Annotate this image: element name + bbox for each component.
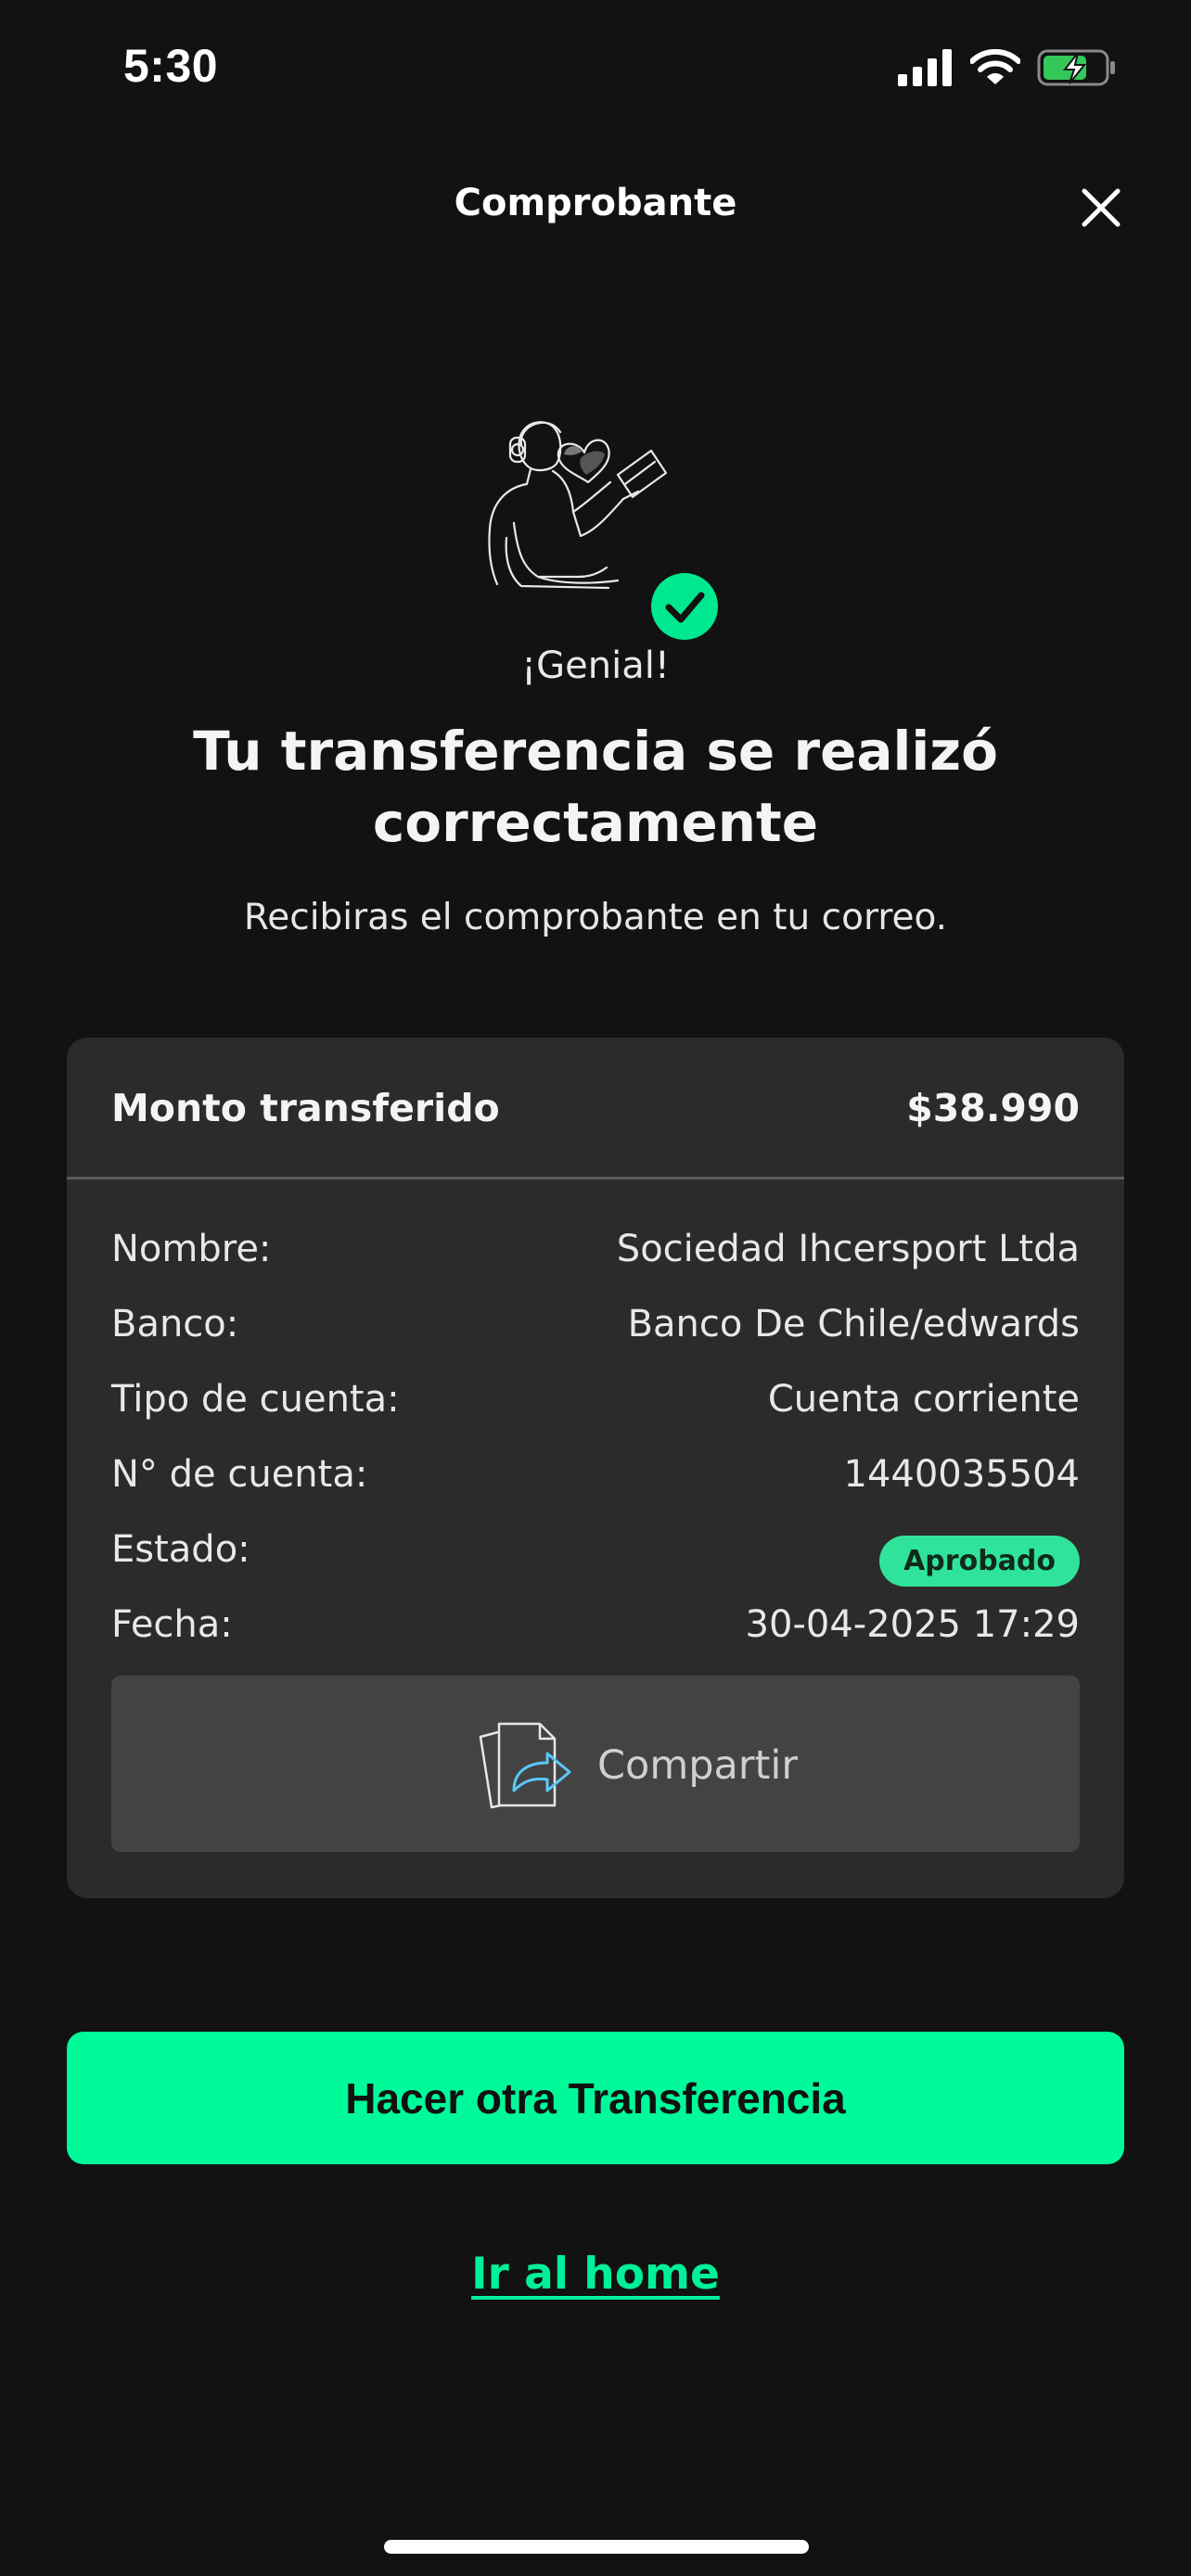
battery-charging-icon — [1037, 49, 1115, 86]
success-illustration — [488, 421, 718, 640]
status-icons — [898, 46, 1117, 89]
wifi-icon — [970, 49, 1020, 84]
detail-row-estado: Estado: Aprobado — [111, 1528, 1080, 1587]
status-time: 5:30 — [123, 40, 219, 92]
amount-value: $38.990 — [906, 1086, 1080, 1130]
detail-row-banco: Banco: Banco De Chile/edwards — [111, 1303, 1080, 1358]
close-icon — [1082, 188, 1121, 227]
share-label: Compartir — [597, 1742, 799, 1789]
detail-label: Banco: — [111, 1303, 239, 1345]
success-subtext: Recibiras el comprobante en tu correo. — [243, 897, 948, 938]
check-circle-icon — [651, 573, 718, 640]
detail-label: Tipo de cuenta: — [111, 1378, 400, 1421]
new-transfer-label: Hacer otra Transferencia — [345, 2074, 846, 2123]
go-home-link[interactable]: Ir al home — [471, 2249, 720, 2300]
success-exclamation: ¡Genial! — [521, 644, 670, 687]
close-button[interactable] — [1079, 185, 1123, 230]
share-document-icon — [479, 1722, 571, 1809]
status-bar: 5:30 — [0, 0, 1191, 130]
success-headline: Tu transferencia se realizó correctament… — [193, 720, 998, 854]
cellular-signal-icon — [898, 49, 952, 86]
page-title: Comprobante — [454, 182, 737, 224]
detail-value: Cuenta corriente — [767, 1378, 1080, 1421]
new-transfer-button[interactable]: Hacer otra Transferencia — [67, 2032, 1124, 2164]
detail-row-tipo-cuenta: Tipo de cuenta: Cuenta corriente — [111, 1378, 1080, 1434]
detail-value: Sociedad Ihcersport Ltda — [616, 1228, 1080, 1270]
amount-label: Monto transferido — [111, 1086, 500, 1130]
receipt-amount-header: Monto transferido $38.990 — [67, 1038, 1124, 1180]
detail-value: 1440035504 — [843, 1453, 1081, 1496]
detail-row-nombre: Nombre: Sociedad Ihcersport Ltda — [111, 1228, 1080, 1283]
detail-row-fecha: Fecha: 30-04-2025 17:29 — [111, 1603, 1080, 1659]
home-indicator — [384, 2540, 809, 2554]
status-badge: Aprobado — [879, 1536, 1080, 1587]
receipt-card: Monto transferido $38.990 Nombre: Socied… — [67, 1038, 1124, 1898]
detail-row-numero-cuenta: N° de cuenta: 1440035504 — [111, 1453, 1080, 1509]
detail-label: Nombre: — [111, 1228, 272, 1270]
detail-label: Fecha: — [111, 1603, 233, 1646]
share-button[interactable]: Compartir — [111, 1676, 1080, 1852]
detail-value: Banco De Chile/edwards — [627, 1303, 1080, 1345]
detail-value: 30-04-2025 17:29 — [745, 1603, 1080, 1646]
detail-label: N° de cuenta: — [111, 1453, 368, 1496]
home-link-row: Ir al home — [0, 2249, 1191, 2300]
detail-label: Estado: — [111, 1528, 250, 1571]
